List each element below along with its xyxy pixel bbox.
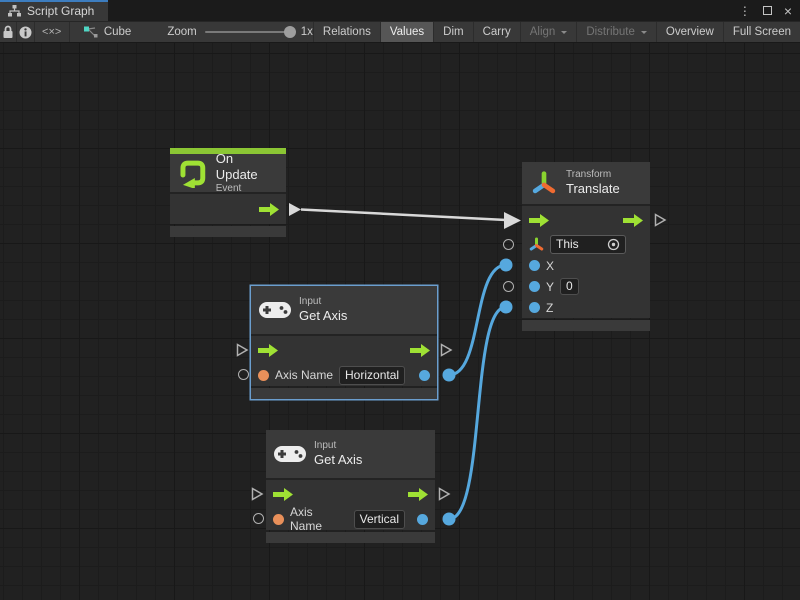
- node-title: Get Axis: [299, 308, 347, 324]
- zoom-control: Zoom 1x: [167, 22, 313, 42]
- tab-bar: Script Graph ⋮ ×: [0, 0, 800, 21]
- graph-hierarchy-icon: [8, 5, 21, 17]
- node-header: Input Get Axis: [251, 286, 437, 334]
- flow-output-port[interactable]: [408, 488, 428, 501]
- full-screen-button[interactable]: Full Screen: [723, 22, 800, 42]
- flow-in-triangle-port[interactable]: [251, 487, 264, 501]
- graph-canvas[interactable]: On Update Event: [0, 43, 800, 600]
- inspect-button[interactable]: [17, 22, 34, 42]
- node-footer: [170, 226, 286, 237]
- distribute-dropdown[interactable]: Distribute: [576, 22, 656, 42]
- node-get-axis-vertical[interactable]: Input Get Axis Axis Name Ver: [266, 430, 435, 543]
- target-object-field[interactable]: This: [550, 235, 626, 254]
- transform-icon: [530, 169, 558, 197]
- flow-in-triangle-port[interactable]: [236, 343, 249, 357]
- flow-out-triangle-port[interactable]: [654, 213, 667, 227]
- axis-name-port-circle[interactable]: [253, 513, 264, 524]
- dim-button[interactable]: Dim: [433, 22, 472, 42]
- target-object-value: This: [556, 237, 579, 252]
- node-category: Input: [299, 296, 347, 309]
- node-category: Input: [314, 440, 362, 453]
- axis-name-input-port[interactable]: [258, 370, 269, 381]
- node-footer: [251, 388, 437, 399]
- y-port-circle[interactable]: [503, 281, 514, 292]
- zoom-slider-handle[interactable]: [284, 26, 296, 38]
- node-title: On Update: [216, 151, 278, 184]
- axis-name-port-circle[interactable]: [238, 369, 249, 380]
- script-graph-window: Script Graph ⋮ × <×>: [0, 0, 800, 600]
- lock-button[interactable]: [0, 22, 17, 42]
- tab-focus-accent: [0, 0, 108, 2]
- values-button[interactable]: Values: [380, 22, 433, 42]
- axis-name-input-port[interactable]: [273, 514, 284, 525]
- axis-name-label: Axis Name: [275, 368, 333, 382]
- tab-title: Script Graph: [27, 4, 94, 18]
- relations-button[interactable]: Relations: [313, 22, 380, 42]
- zoom-slider[interactable]: [205, 31, 293, 33]
- gamepad-icon: [259, 300, 291, 320]
- gamepad-icon: [274, 444, 306, 464]
- graph-toolbar: <×> Cube Zoom 1x Relations Values Dim Ca…: [0, 21, 800, 43]
- maximize-icon[interactable]: [763, 6, 772, 15]
- info-icon: [19, 26, 32, 39]
- chevron-down-icon: [641, 31, 647, 37]
- flow-input-port[interactable]: [258, 344, 278, 357]
- flow-input-port[interactable]: [529, 214, 549, 227]
- axis-name-label: Axis Name: [290, 505, 348, 533]
- preview-code-button[interactable]: <×>: [35, 22, 70, 42]
- z-port-label: Z: [546, 301, 553, 315]
- zoom-label: Zoom: [167, 26, 196, 38]
- script-machine-icon: [84, 26, 98, 38]
- chevron-down-icon: [561, 31, 567, 37]
- node-header: Transform Translate: [522, 162, 650, 204]
- node-header: Input Get Axis: [266, 430, 435, 478]
- code-glyph: <×>: [42, 26, 61, 38]
- connection-flow-onupdate-translate[interactable]: [289, 203, 521, 229]
- node-header: On Update Event: [170, 154, 286, 192]
- x-port-label: X: [546, 259, 554, 273]
- node-get-axis-horizontal[interactable]: Input Get Axis Axis Name Hor: [251, 286, 437, 399]
- transform-type-icon: [529, 237, 544, 252]
- flow-out-triangle-port[interactable]: [440, 343, 453, 357]
- node-on-update[interactable]: On Update Event: [170, 148, 286, 237]
- on-update-loop-icon: [178, 158, 208, 188]
- flow-output-port[interactable]: [623, 214, 643, 227]
- window-controls: ⋮ ×: [739, 0, 792, 21]
- graph-breadcrumb-cube[interactable]: Cube: [84, 22, 132, 42]
- close-icon[interactable]: ×: [784, 4, 792, 18]
- zoom-value: 1x: [301, 26, 313, 38]
- carry-button[interactable]: Carry: [473, 22, 520, 42]
- breadcrumb-label: Cube: [104, 26, 132, 38]
- toolbar-buttons: Relations Values Dim Carry Align Distrib…: [313, 22, 800, 42]
- y-input-port[interactable]: [529, 281, 540, 292]
- node-subtitle: Event: [216, 183, 278, 196]
- node-title: Translate: [566, 181, 620, 197]
- tab-script-graph[interactable]: Script Graph: [0, 0, 108, 21]
- overview-button[interactable]: Overview: [656, 22, 723, 42]
- window-menu-icon[interactable]: ⋮: [739, 4, 751, 18]
- node-translate[interactable]: Transform Translate: [522, 162, 650, 331]
- x-input-port[interactable]: [529, 260, 540, 271]
- object-picker-icon[interactable]: [607, 238, 620, 251]
- align-dropdown[interactable]: Align: [520, 22, 577, 42]
- node-category: Transform: [566, 169, 620, 182]
- y-port-label: Y: [546, 280, 554, 294]
- axis-name-field[interactable]: Vertical: [354, 510, 405, 529]
- node-title: Get Axis: [314, 452, 362, 468]
- result-output-port[interactable]: [419, 370, 430, 381]
- node-footer: [522, 320, 650, 331]
- connection-value-vertical-z[interactable]: [443, 301, 513, 526]
- flow-input-port[interactable]: [273, 488, 293, 501]
- flow-output-port[interactable]: [410, 344, 430, 357]
- z-input-port[interactable]: [529, 302, 540, 313]
- connection-value-horizontal-x[interactable]: [443, 259, 513, 382]
- lock-icon: [2, 25, 14, 39]
- y-value-field[interactable]: 0: [560, 278, 579, 295]
- flow-out-triangle-port[interactable]: [438, 487, 451, 501]
- axis-name-field[interactable]: Horizontal: [339, 366, 405, 385]
- this-port-circle[interactable]: [503, 239, 514, 250]
- result-output-port[interactable]: [417, 514, 428, 525]
- node-footer: [266, 532, 435, 543]
- flow-output-port[interactable]: [259, 203, 279, 216]
